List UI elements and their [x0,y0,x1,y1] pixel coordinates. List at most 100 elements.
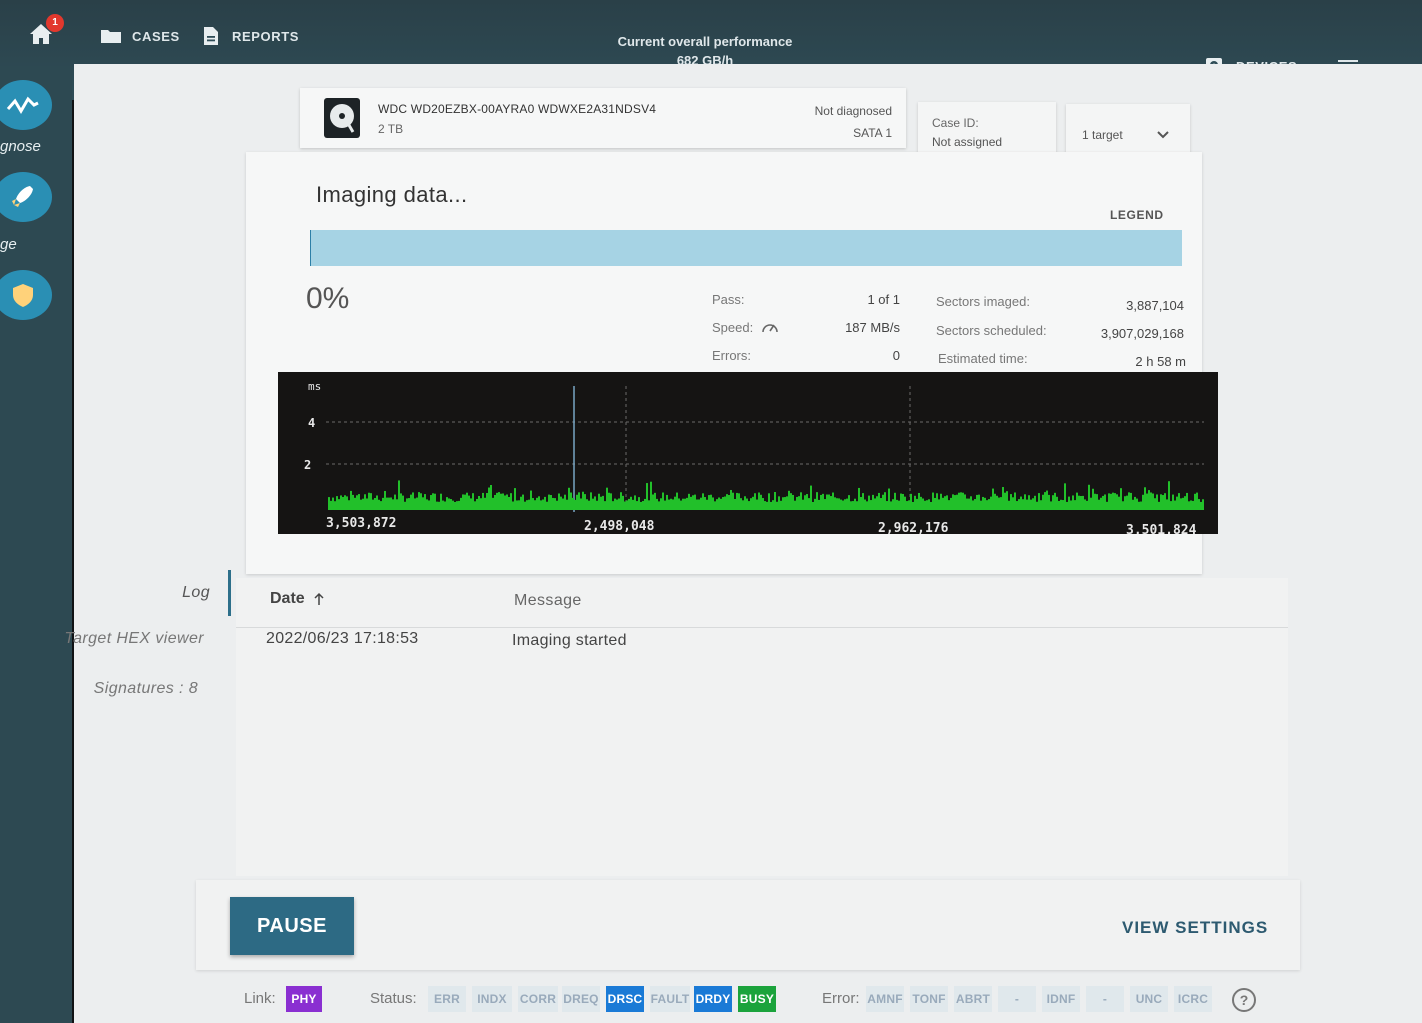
chart-bar [366,498,368,510]
chart-bar [514,488,516,510]
chart-bar [900,493,902,510]
chart-bar [690,496,692,510]
chart-bar [1034,495,1036,510]
chart-bar [888,488,890,510]
chart-bar [328,497,330,510]
chart-bar [1040,500,1042,510]
chart-bar [1122,501,1124,510]
diagnose-button[interactable] [0,80,52,130]
chart-bar [370,493,372,510]
chart-bar [720,498,722,510]
chart-bar [892,499,894,510]
chart-bar [744,496,746,510]
chart-bar [1196,492,1198,510]
chart-bar [884,492,886,510]
chart-bar [854,498,856,510]
chart-bar [380,501,382,510]
chart-bar [804,495,806,510]
cases-nav-link[interactable]: CASES [100,26,180,46]
chart-bar [542,499,544,510]
chart-bar [396,499,398,510]
message-column-header[interactable]: Message [514,592,582,610]
chart-bar [560,496,562,510]
chart-bar [464,494,466,510]
chart-bar [890,501,892,510]
chart-bar [1184,496,1186,510]
chart-bar [398,480,400,510]
chart-bar [852,501,854,510]
chart-bar [1086,500,1088,510]
chart-bar [806,494,808,510]
chart-bar [724,496,726,510]
chart-bar [1134,496,1136,510]
chart-bar [1038,493,1040,510]
chart-bar [632,499,634,510]
tab-signatures[interactable]: Signatures : 8 [94,680,198,698]
y-tick-4: 4 [308,416,315,430]
chart-bar [784,497,786,510]
chart-bar [942,497,944,510]
chart-bar [1024,494,1026,510]
chart-bar [588,500,590,510]
chart-bar [1154,498,1156,510]
chart-bar [350,490,352,510]
chart-bar [546,501,548,510]
chart-bar [858,487,860,510]
help-icon[interactable]: ? [1232,988,1256,1012]
chart-bar [990,496,992,510]
chart-bar [700,497,702,510]
chart-bar [774,492,776,510]
chart-bar [582,491,584,510]
chart-bar [904,496,906,510]
chart-bar [838,498,840,510]
chart-bar [826,494,828,510]
chart-bar [348,500,350,510]
chart-bar [554,498,556,510]
x-tick-2: 2,498,048 [584,519,655,534]
chart-bar [1156,494,1158,510]
chart-bar [1000,497,1002,510]
view-settings-button[interactable]: VIEW SETTINGS [1122,918,1268,938]
pass-label: Pass: [712,292,745,307]
chart-bar [442,500,444,510]
tab-target-hex-viewer[interactable]: Target HEX viewer [64,630,204,648]
date-header-label: Date [270,590,305,607]
chart-bar [676,492,678,510]
chart-bar [1120,488,1122,510]
legend-button[interactable]: LEGEND [1110,208,1164,222]
chart-bar [764,501,766,510]
image-button[interactable] [0,172,52,222]
chart-bar [1110,493,1112,510]
chart-bar [1076,492,1078,510]
date-column-header[interactable]: Date [270,590,325,608]
chart-bar [586,499,588,510]
third-rail-button[interactable] [0,270,52,320]
reports-nav-link[interactable]: REPORTS [200,26,299,46]
chart-bar [1112,492,1114,510]
chart-bar [352,494,354,510]
shield-icon [13,284,33,307]
chart-bar [1202,499,1204,510]
tab-log[interactable]: Log [182,584,210,602]
status-flag-drdy: DRDY [694,986,732,1012]
document-icon [204,27,218,45]
table-row[interactable]: 2022/06/23 17:18:53 Imaging started [236,628,1288,664]
chart-bar [1172,494,1174,510]
chart-bar [1054,492,1056,510]
cases-label: CASES [132,28,180,44]
device-card[interactable]: WDC WD20EZBX-00AYRA0 WDWXE2A31NDSV4 2 TB… [300,88,906,148]
chart-bar [430,495,432,510]
chart-bar [428,500,430,510]
chart-bar [516,500,518,510]
chart-bar [432,493,434,510]
disk-model: WDC WD20EZBX-00AYRA0 WDWXE2A31NDSV4 [378,102,657,116]
pause-button[interactable]: PAUSE [230,897,354,955]
chart-bar [482,492,484,510]
notification-badge[interactable]: 1 [46,14,64,32]
chart-bar [392,499,394,510]
chart-bar [388,497,390,510]
chart-bar [372,499,374,510]
log-table: Date Message 2022/06/23 17:18:53 Imaging… [236,578,1288,876]
chart-bar [1026,499,1028,510]
chart-bar [374,497,376,510]
